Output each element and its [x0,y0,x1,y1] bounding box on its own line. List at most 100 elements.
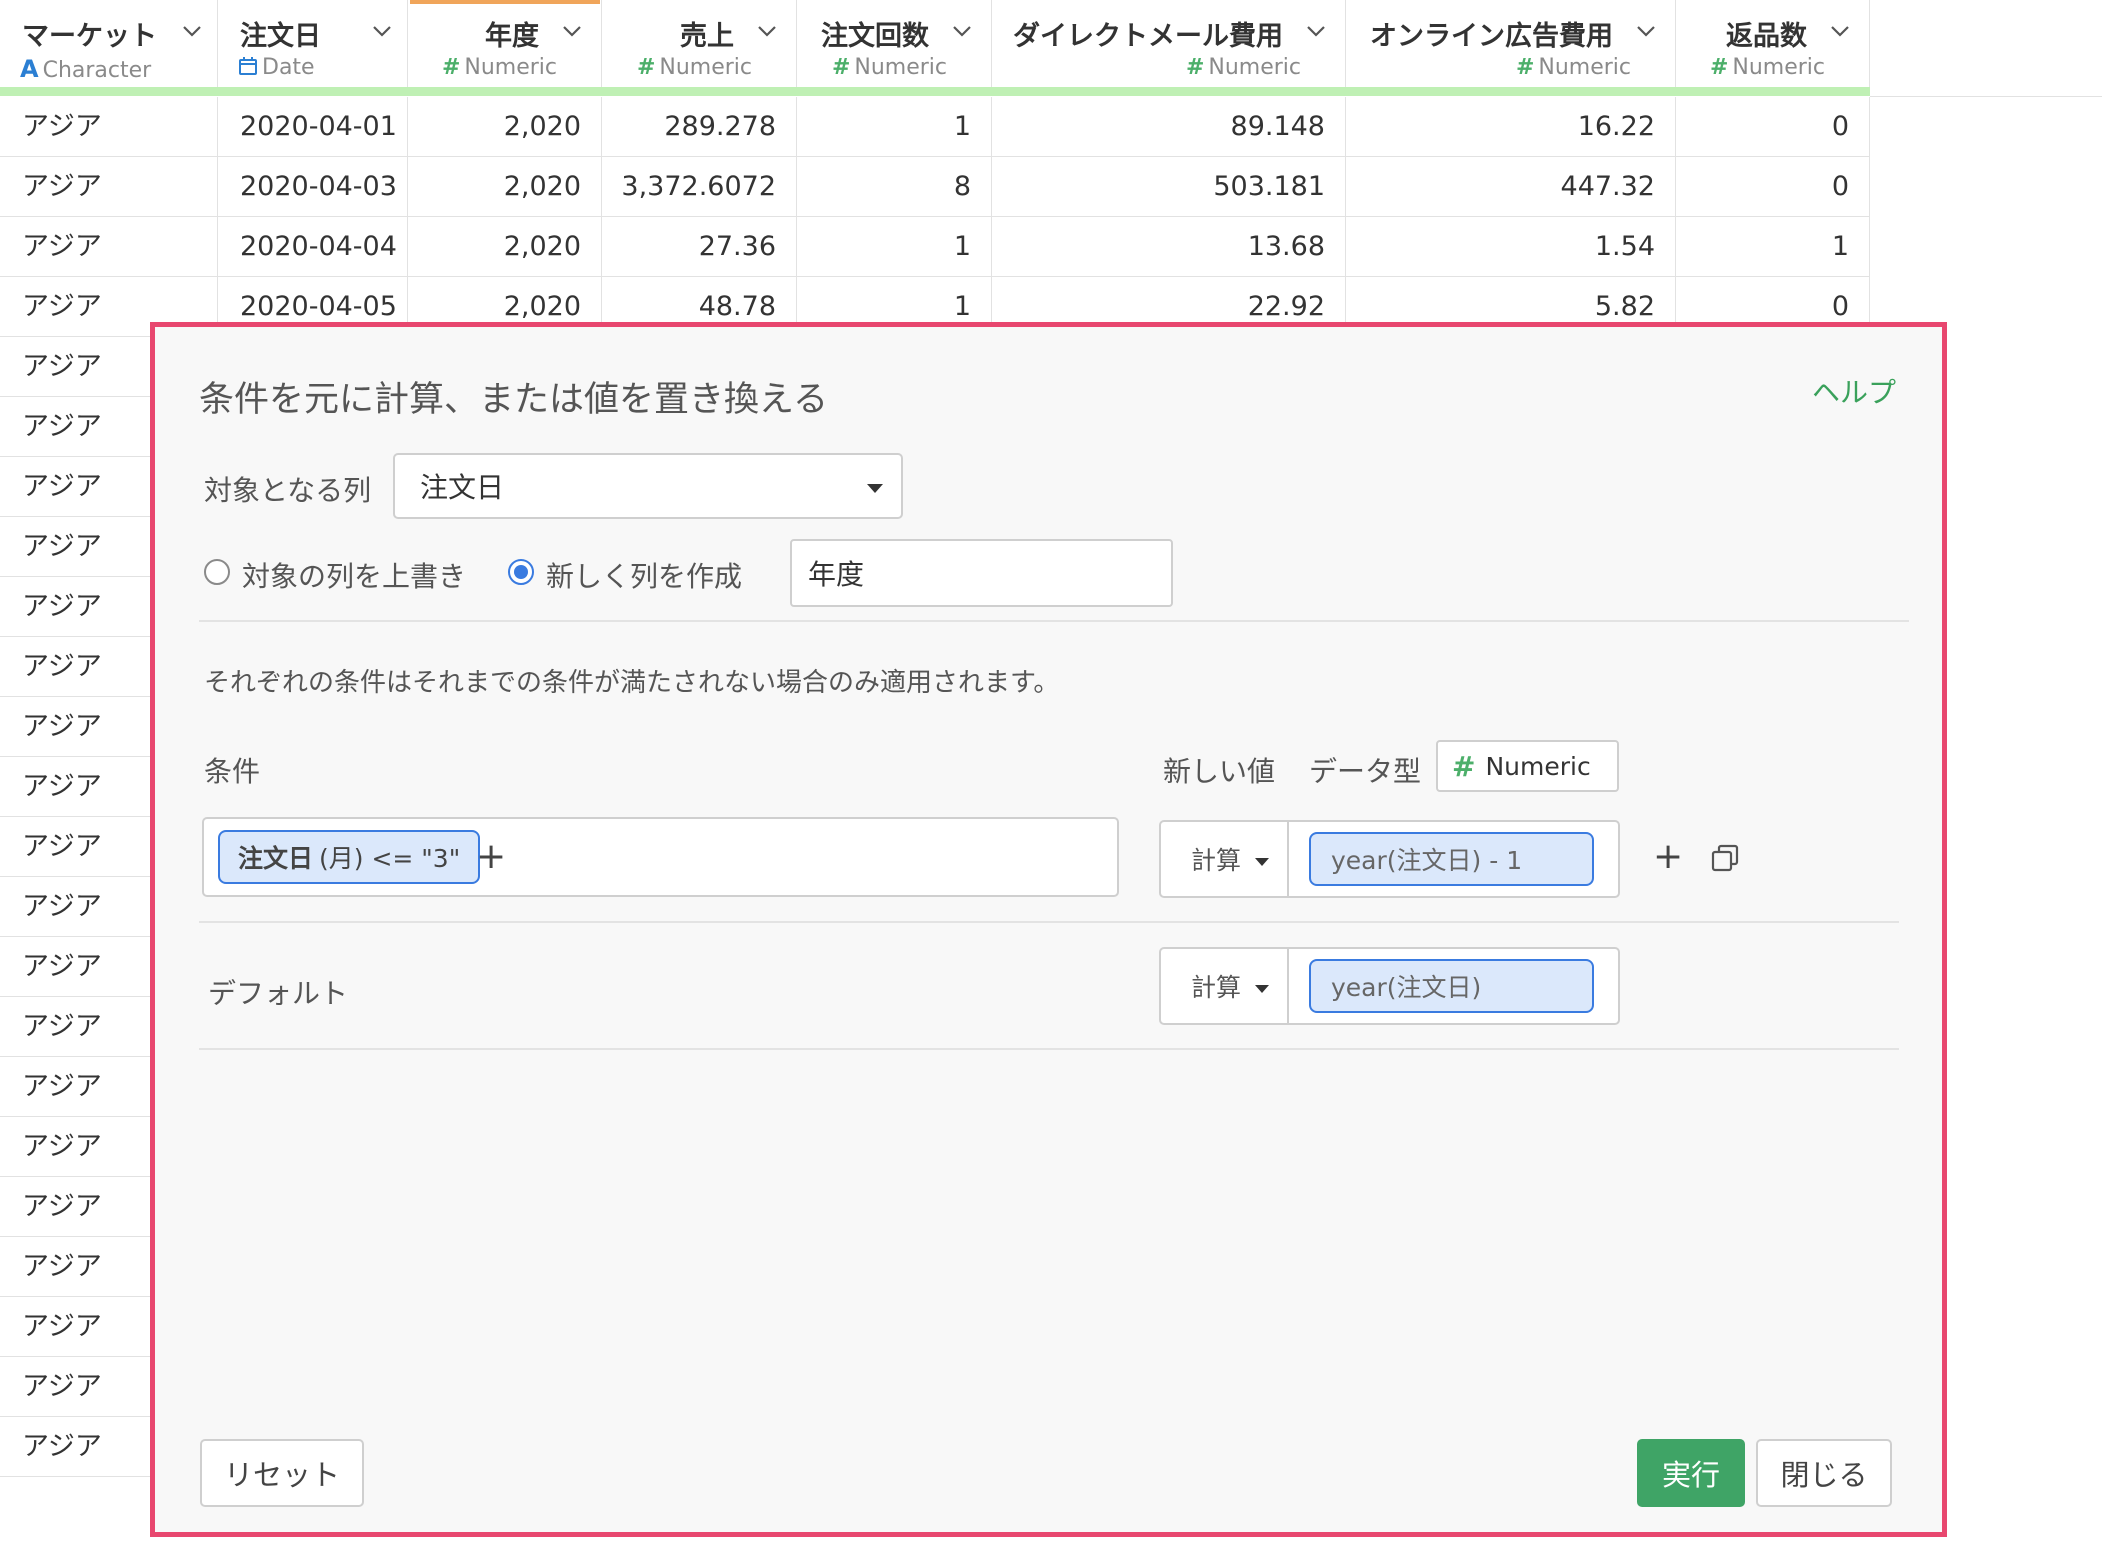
column-type-label: Numeric [1538,55,1631,80]
copy-rule-icon[interactable] [1710,843,1740,873]
help-link[interactable]: ヘルプ [1812,371,1896,411]
chevron-down-icon [1255,985,1269,993]
table-row: アジア 2020-04-03 2,020 3,372.6072 8 503.181 447.… [0,157,1870,217]
table-cell[interactable]: 2,020 [408,157,602,217]
selected-column-indicator [410,0,600,4]
chevron-down-icon [867,484,883,493]
column-header[interactable]: ダイレクトメール費用 # Numeric [992,0,1346,87]
close-button[interactable]: 閉じる [1756,1439,1892,1507]
divider [199,921,1899,923]
new-column-name-value: 年度 [808,558,865,591]
column-header[interactable]: 注文回数 # Numeric [797,0,992,87]
column-header[interactable]: マーケット A Character [0,0,218,87]
formula-input[interactable]: year(注文日) - 1 [1309,832,1594,886]
column-type: A Character [20,55,151,83]
table-cell[interactable]: 13.68 [992,217,1346,277]
column-header[interactable]: 年度 # Numeric [408,0,602,87]
column-header-name: オンライン広告費用 [1370,21,1613,52]
chevron-down-icon[interactable] [1829,20,1851,42]
add-rule-icon[interactable]: + [1653,839,1683,875]
column-type-label: Numeric [1208,55,1301,80]
table-cell[interactable]: 27.36 [602,217,797,277]
default-formula-input[interactable]: year(注文日) [1309,959,1594,1013]
conditional-calc-dialog: 条件を元に計算、または値を置き換える ヘルプ 対象となる列 注文日 対象の列を上… [150,322,1947,1537]
table-cell[interactable]: 2,020 [408,97,602,157]
table-cell[interactable]: 3,372.6072 [602,157,797,217]
chevron-down-icon[interactable] [371,20,393,42]
target-column-select[interactable]: 注文日 [393,453,903,519]
table-cell[interactable]: 89.148 [992,97,1346,157]
numeric-type-icon: # [1185,55,1205,80]
new-value-header: 新しい値 [1163,755,1276,788]
column-quality-bar [0,87,1870,96]
table-row: アジア 2020-04-04 2,020 27.36 1 13.68 1.54 1 [0,217,1870,277]
column-type: # Numeric [832,55,947,80]
column-header[interactable]: オンライン広告費用 # Numeric [1346,0,1676,87]
table-cell[interactable]: 1.54 [1346,217,1676,277]
calc-mode-select[interactable]: 計算 [1161,822,1289,896]
column-header[interactable]: 売上 # Numeric [602,0,797,87]
default-formula-value: year(注文日) [1331,973,1482,1002]
table-cell[interactable]: 8 [797,157,992,217]
column-type: # Numeric [1186,55,1301,80]
column-header[interactable]: 返品数 # Numeric [1676,0,1870,87]
column-type: # Numeric [442,55,557,80]
column-type: # Numeric [1516,55,1631,80]
reset-button[interactable]: リセット [200,1439,364,1507]
table-cell[interactable]: アジア [0,157,218,217]
table-cell[interactable]: 1 [797,97,992,157]
data-type-select[interactable]: # Numeric [1436,740,1619,792]
table-row: アジア 2020-04-01 2,020 289.278 1 89.148 16.22 0 [0,97,1870,157]
chevron-down-icon [1255,858,1269,866]
add-condition-icon[interactable]: + [476,839,506,875]
table-cell[interactable]: 447.32 [1346,157,1676,217]
chevron-down-icon[interactable] [756,20,778,42]
table-cell[interactable]: 0 [1676,97,1870,157]
radio-overwrite[interactable] [204,559,230,585]
table-cell[interactable]: アジア [0,217,218,277]
condition-builder[interactable]: 注文日 (月) <= "3" + [202,817,1119,897]
column-header[interactable]: 注文日 Date [218,0,408,87]
chevron-down-icon[interactable] [1635,20,1657,42]
table-cell[interactable]: 2020-04-01 [218,97,408,157]
character-type-icon: A [20,55,39,83]
table-cell[interactable]: 1 [797,217,992,277]
table-cell[interactable]: 1 [1676,217,1870,277]
new-value-calc-group: 計算 year(注文日) - 1 [1159,820,1620,898]
radio-new-column[interactable] [508,559,534,585]
column-header-name: 返品数 [1726,21,1807,52]
column-type-label: Numeric [464,55,557,80]
chevron-down-icon[interactable] [951,20,973,42]
condition-chip-column: 注文日 [238,844,314,873]
target-column-value: 注文日 [420,471,505,504]
column-type: # Numeric [1710,55,1825,80]
column-header-name: マーケット [22,21,157,52]
column-type-label: Numeric [854,55,947,80]
default-calc-mode-select[interactable]: 計算 [1161,949,1289,1023]
condition-chip[interactable]: 注文日 (月) <= "3" [218,830,481,884]
chevron-down-icon[interactable] [561,20,583,42]
run-button[interactable]: 実行 [1637,1439,1745,1507]
table-cell[interactable]: 2020-04-03 [218,157,408,217]
condition-chip-expression: (月) <= "3" [319,844,461,873]
table-cell[interactable]: 16.22 [1346,97,1676,157]
default-label: デフォルト [208,977,349,1010]
column-header-name: ダイレクトメール費用 [1013,21,1283,52]
column-header-name: 注文日 [240,21,321,52]
chevron-down-icon[interactable] [181,20,203,42]
table-cell[interactable]: 289.278 [602,97,797,157]
default-calc-group: 計算 year(注文日) [1159,947,1620,1025]
new-column-name-input[interactable]: 年度 [790,539,1173,607]
chevron-down-icon[interactable] [1305,20,1327,42]
table-cell[interactable]: 2020-04-04 [218,217,408,277]
default-calc-mode-label: 計算 [1191,973,1242,1002]
divider [199,620,1909,622]
table-cell[interactable]: 0 [1676,157,1870,217]
table-cell[interactable]: アジア [0,97,218,157]
table-cell[interactable]: 503.181 [992,157,1346,217]
numeric-type-icon: # [1515,55,1535,80]
table-cell[interactable]: 2,020 [408,217,602,277]
numeric-type-icon: # [636,55,656,80]
column-type: # Numeric [637,55,752,80]
radio-overwrite-label: 対象の列を上書き [242,560,467,593]
